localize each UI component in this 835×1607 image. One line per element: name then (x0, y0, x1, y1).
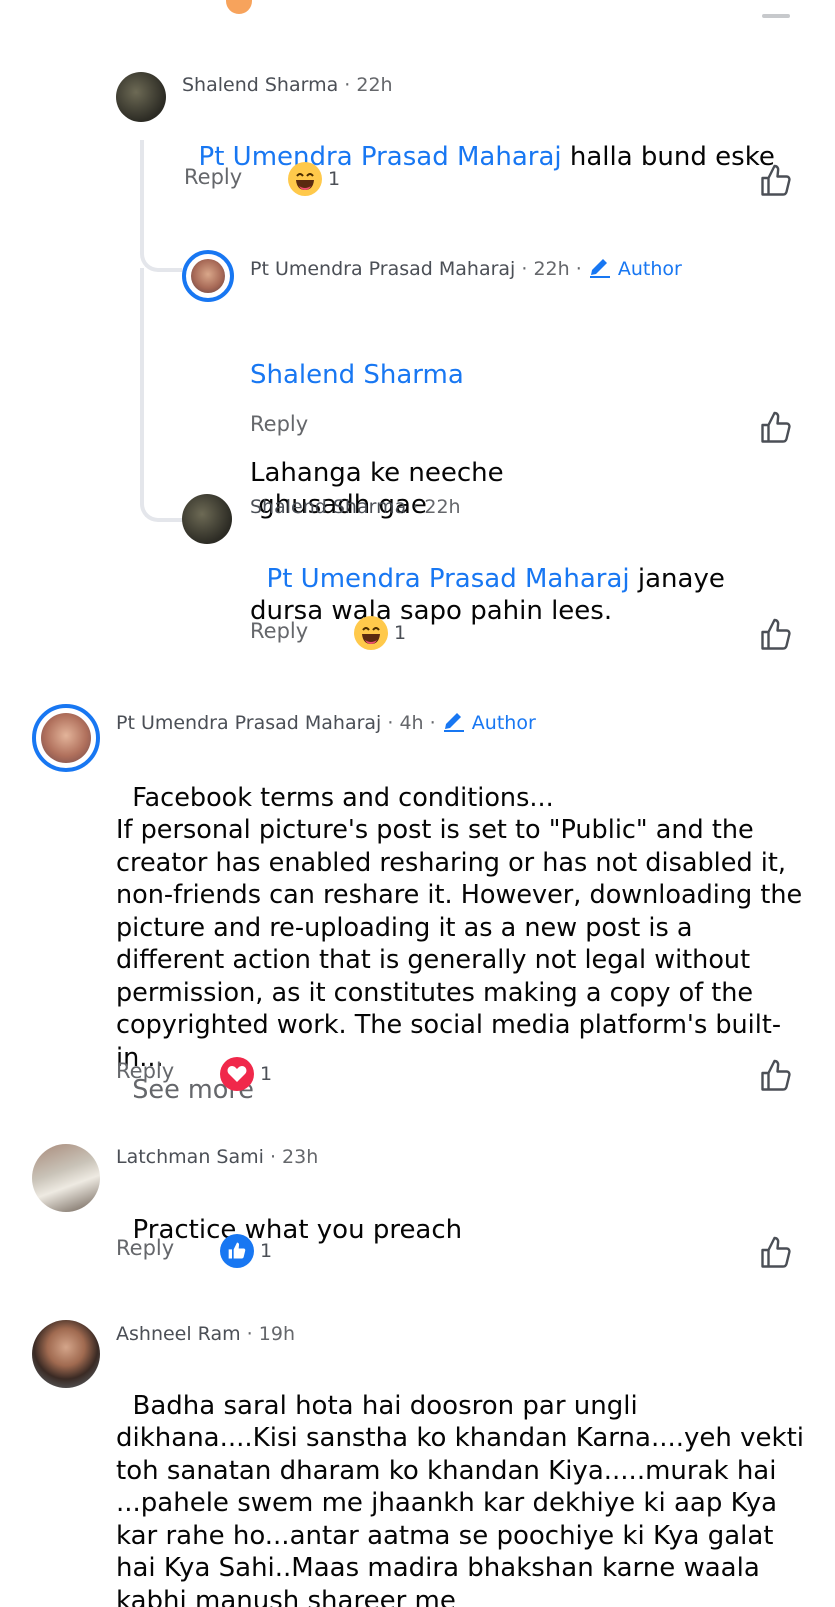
like-button-icon[interactable] (758, 163, 794, 199)
like-button-icon[interactable] (758, 617, 794, 653)
author-name[interactable]: Latchman Sami (116, 1146, 264, 1168)
comment-text: Facebook terms and conditions... If pers… (116, 749, 806, 1107)
author-badge: Author (617, 258, 682, 280)
comment-body: Badha saral hota hai doosron par ungli d… (116, 1390, 804, 1607)
comment-meta: Pt Umendra Prasad Maharaj · 22h · Author (250, 256, 682, 280)
reply-button[interactable]: Reply (116, 1236, 174, 1260)
comment-meta: Shalend Sharma · 22h (182, 74, 393, 96)
timestamp: 22h (356, 74, 393, 96)
pencil-icon (589, 259, 610, 278)
reaction-count: 1 (394, 622, 407, 644)
author-name[interactable]: Pt Umendra Prasad Maharaj (116, 712, 381, 734)
comment-meta: Ashneel Ram · 19h (116, 1323, 295, 1345)
meta-dot: · (412, 496, 419, 518)
timestamp: 23h (282, 1146, 319, 1168)
meta-dot: · (344, 74, 351, 96)
reply-button[interactable]: Reply (250, 619, 308, 643)
author-badge: Author (471, 712, 536, 734)
reaction-count: 1 (328, 168, 341, 190)
comment-body: Facebook terms and conditions... If pers… (116, 782, 803, 1073)
pencil-icon (443, 713, 464, 732)
avatar[interactable] (32, 1320, 100, 1388)
timestamp: 4h (399, 712, 424, 734)
avatar[interactable] (116, 72, 166, 122)
reaction-count: 1 (260, 1063, 273, 1085)
comment-text: Pt Umendra Prasad Maharaj janaye dursa w… (250, 530, 750, 628)
reaction-summary[interactable]: 1 (220, 1057, 272, 1091)
like-button-icon[interactable] (758, 1235, 794, 1271)
meta-dot: · (521, 258, 528, 280)
thread-connector-line (140, 140, 182, 272)
comment-meta: Shalend Sharma · 22h (250, 496, 461, 518)
comment-body: Practice what you preach (132, 1214, 463, 1245)
reaction-summary[interactable]: 1 (354, 616, 406, 650)
reaction-summary[interactable]: 1 (288, 162, 340, 196)
meta-dot: · (269, 1146, 276, 1168)
reaction-count: 1 (260, 1240, 273, 1262)
avatar[interactable] (182, 494, 232, 544)
meta-dot: · (387, 712, 394, 734)
timestamp: 19h (258, 1323, 295, 1345)
reaction-summary[interactable]: 1 (220, 1234, 272, 1268)
love-heart-icon (220, 1057, 254, 1091)
reply-button[interactable]: Reply (184, 165, 242, 189)
haha-emoji-icon (288, 162, 322, 196)
mention-link[interactable]: Shalend Sharma (250, 359, 800, 392)
timestamp: 22h (424, 496, 461, 518)
mention-link[interactable]: Pt Umendra Prasad Maharaj (199, 142, 562, 172)
like-thumb-icon (220, 1234, 254, 1268)
comment-text: Pt Umendra Prasad Maharaj halla bund esk… (182, 108, 802, 173)
comment-meta: Latchman Sami · 23h (116, 1146, 318, 1168)
comment-text: Badha saral hota hai doosron par ungli d… (116, 1357, 806, 1607)
thread-connector-line (140, 268, 182, 522)
partial-divider (762, 14, 790, 18)
author-name[interactable]: Ashneel Ram (116, 1323, 241, 1345)
avatar[interactable] (182, 250, 234, 302)
meta-dot: · (429, 712, 436, 734)
haha-emoji-icon (354, 616, 388, 650)
timestamp: 22h (533, 258, 570, 280)
avatar[interactable] (32, 704, 100, 772)
mention-link[interactable]: Pt Umendra Prasad Maharaj (267, 564, 630, 594)
partial-reaction-edge (226, 0, 252, 14)
author-name[interactable]: Shalend Sharma (182, 74, 338, 96)
meta-dot: · (575, 258, 582, 280)
comment-meta: Pt Umendra Prasad Maharaj · 4h · Author (116, 710, 536, 734)
author-name[interactable]: Shalend Sharma (250, 496, 406, 518)
like-button-icon[interactable] (758, 410, 794, 446)
comment-body: halla bund eske (561, 141, 775, 172)
reply-button[interactable]: Reply (250, 412, 308, 436)
like-button-icon[interactable] (758, 1058, 794, 1094)
author-name[interactable]: Pt Umendra Prasad Maharaj (250, 258, 515, 280)
avatar[interactable] (32, 1144, 100, 1212)
meta-dot: · (246, 1323, 253, 1345)
reply-button[interactable]: Reply (116, 1059, 174, 1083)
